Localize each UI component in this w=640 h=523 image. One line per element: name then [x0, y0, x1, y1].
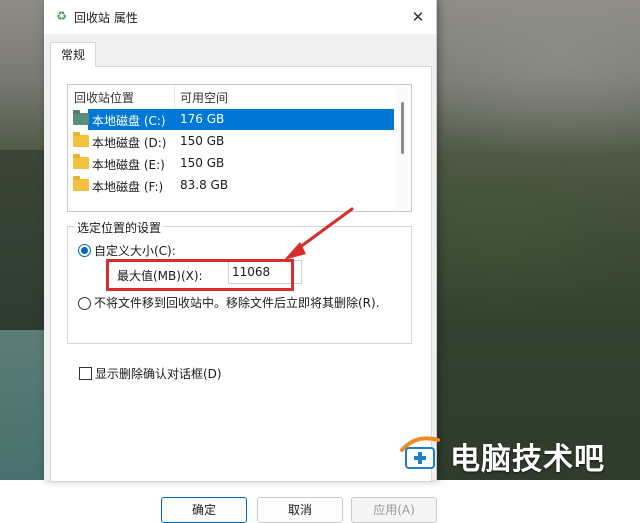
column-divider[interactable]	[174, 85, 175, 107]
list-item[interactable]: 本地磁盘 (F:) 83.8 GB	[68, 175, 394, 196]
column-header-location[interactable]: 回收站位置	[74, 89, 134, 106]
drive-folder-icon	[73, 176, 89, 191]
max-size-input[interactable]: 11068	[228, 260, 302, 284]
recycle-bin-properties-dialog: ♻ 回收站 属性 ✕ 常规 回收站位置 可用空间 本地磁盘 (C:) 176 G…	[44, 0, 437, 523]
drive-name: 本地磁盘 (C:)	[92, 114, 166, 128]
confirm-delete-label[interactable]: 显示删除确认对话框(D)	[95, 365, 222, 382]
list-item[interactable]: 本地磁盘 (C:) 176 GB	[68, 109, 394, 130]
dialog-client: 常规 回收站位置 可用空间 本地磁盘 (C:) 176 GB 本地磁盘 (D:)…	[44, 34, 437, 523]
list-item[interactable]: 本地磁盘 (D:) 150 GB	[68, 131, 394, 152]
tab-general[interactable]: 常规	[50, 42, 96, 67]
drive-name: 本地磁盘 (D:)	[92, 136, 167, 150]
watermark: 电脑技术吧	[398, 430, 638, 477]
scrollbar-thumb[interactable]	[401, 102, 404, 154]
drive-name: 本地磁盘 (F:)	[92, 180, 164, 194]
group-title: 选定位置的设置	[75, 219, 164, 236]
cancel-button[interactable]: 取消	[257, 497, 343, 523]
apply-button[interactable]: 应用(A)	[351, 497, 437, 523]
location-settings-group: 选定位置的设置 自定义大小(C): 最大值(MB)(X): 11068 不将文件…	[67, 219, 412, 344]
list-item[interactable]: 本地磁盘 (E:) 150 GB	[68, 153, 394, 174]
drive-free-space: 176 GB	[180, 112, 225, 126]
list-header: 回收站位置 可用空间	[68, 85, 411, 107]
custom-size-radio[interactable]	[78, 244, 91, 257]
max-size-label: 最大值(MB)(X):	[117, 269, 203, 283]
watermark-logo-icon	[400, 436, 440, 469]
confirm-delete-checkbox[interactable]	[79, 367, 92, 380]
custom-size-label[interactable]: 自定义大小(C):	[94, 242, 176, 259]
delete-immediately-radio[interactable]	[78, 297, 91, 310]
drive-free-space: 150 GB	[180, 134, 225, 148]
drive-name: 本地磁盘 (E:)	[92, 158, 165, 172]
drive-free-space: 83.8 GB	[180, 178, 229, 192]
general-tab-panel: 回收站位置 可用空间 本地磁盘 (C:) 176 GB 本地磁盘 (D:) 15…	[50, 66, 437, 523]
delete-immediately-label[interactable]: 不将文件移到回收站中。移除文件后立即将其删除(R).	[94, 294, 380, 311]
recycle-bin-icon: ♻	[56, 9, 67, 23]
ok-button[interactable]: 确定	[161, 497, 247, 523]
close-icon[interactable]: ✕	[406, 6, 430, 28]
drive-free-space: 150 GB	[180, 156, 225, 170]
location-list[interactable]: 回收站位置 可用空间 本地磁盘 (C:) 176 GB 本地磁盘 (D:) 15…	[67, 84, 412, 212]
column-header-free-space[interactable]: 可用空间	[180, 89, 228, 106]
title-bar[interactable]: ♻ 回收站 属性 ✕	[44, 0, 436, 34]
watermark-text: 电脑技术吧	[450, 442, 605, 477]
drive-folder-icon	[73, 154, 89, 169]
list-scrollbar[interactable]	[396, 86, 408, 210]
drive-folder-icon	[73, 110, 89, 125]
dialog-title: 回收站 属性	[74, 11, 138, 25]
drive-folder-icon	[73, 132, 89, 147]
